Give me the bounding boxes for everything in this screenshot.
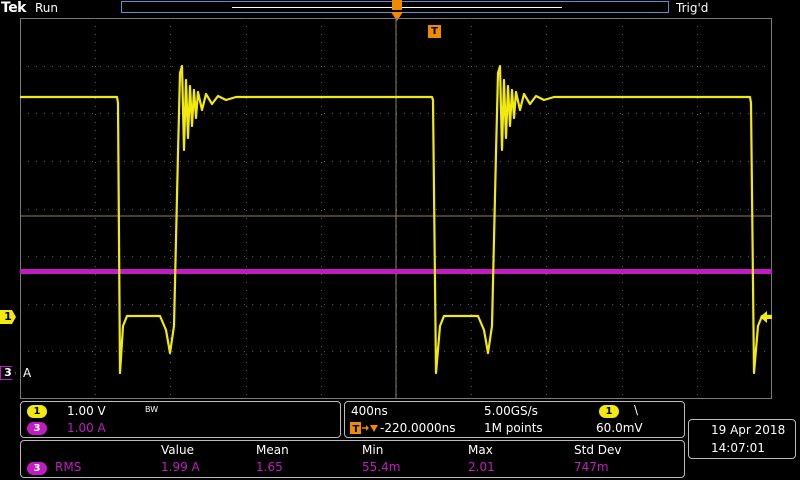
status-bar: Tek Run Trig'd xyxy=(0,0,800,21)
horizontal-trigger-panel[interactable]: 400ns 5.00GS/s 1 \ T -220.0000ns 1M poin… xyxy=(344,401,685,438)
run-state[interactable]: Run xyxy=(35,1,58,15)
measurement-value: 1.99 A xyxy=(161,460,200,474)
trigger-level[interactable]: 60.0mV xyxy=(596,421,643,435)
sample-rate: 5.00GS/s xyxy=(484,404,538,418)
grid-dots xyxy=(20,18,765,395)
trigger-status: Trig'd xyxy=(676,1,709,15)
time-label: 14:07:01 xyxy=(711,441,765,455)
ch3-badge[interactable]: 3 xyxy=(27,422,47,435)
trigger-slope-icon[interactable]: \ xyxy=(634,403,638,417)
channel-settings-panel[interactable]: 1 1.00 V BW 3 1.00 A xyxy=(20,401,341,438)
horizontal-scale[interactable]: 400ns xyxy=(351,404,388,418)
horizontal-position[interactable]: -220.0000ns xyxy=(380,421,455,435)
position-arrow-icon: T xyxy=(350,422,378,435)
ch1-scale[interactable]: 1.00 V xyxy=(67,404,106,418)
waveform-display[interactable] xyxy=(20,18,772,400)
ch3-trace xyxy=(20,269,772,274)
measurement-panel[interactable]: Value Mean Min Max Std Dev 3 RMS 1.99 A … xyxy=(20,440,685,478)
ch3-marker-label: A xyxy=(23,366,32,380)
record-length[interactable]: 1M points xyxy=(484,421,543,435)
trigger-level-icon[interactable] xyxy=(760,311,772,323)
measurement-min: 55.4m xyxy=(362,460,401,474)
brand-logo: Tek xyxy=(1,0,27,16)
measurement-header: Mean xyxy=(256,443,289,457)
datetime-panel: 19 Apr 2018 14:07:01 xyxy=(688,419,796,459)
ch1-ground-marker[interactable]: 1 xyxy=(0,310,16,324)
measurement-header: Max xyxy=(468,443,493,457)
ch1-badge[interactable]: 1 xyxy=(27,405,47,418)
ch3-ground-marker[interactable]: 3 xyxy=(0,366,16,380)
ch3-scale[interactable]: 1.00 A xyxy=(67,421,106,435)
center-crosshair xyxy=(20,18,772,399)
measurement-source-badge[interactable]: 3 xyxy=(27,462,47,475)
measurement-mean: 1.65 xyxy=(256,460,283,474)
measurement-max: 2.01 xyxy=(468,460,495,474)
measurement-header: Min xyxy=(362,443,384,457)
date-label: 19 Apr 2018 xyxy=(711,423,786,437)
ch1-bandwidth-limit-icon: BW xyxy=(145,405,159,414)
measurement-header: Std Dev xyxy=(574,443,622,457)
measurement-name[interactable]: RMS xyxy=(55,460,81,474)
measurement-std-dev: 747m xyxy=(574,460,609,474)
trigger-source-badge[interactable]: 1 xyxy=(599,405,619,418)
measurement-header: Value xyxy=(161,443,194,457)
svg-text:T: T xyxy=(353,424,360,435)
